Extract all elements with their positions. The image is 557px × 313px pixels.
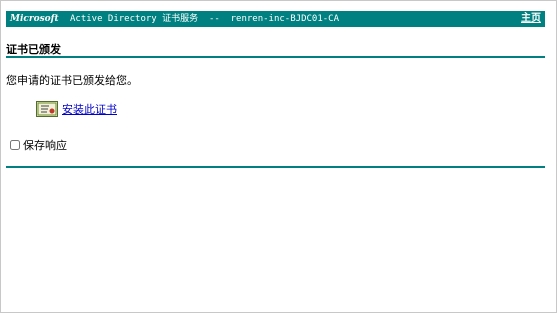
save-response-label: 保存响应: [23, 139, 67, 152]
page-title: 证书已颁发: [6, 43, 61, 56]
status-message: 您申请的证书已颁发给您。: [6, 74, 138, 87]
save-response-option[interactable]: 保存响应: [10, 137, 67, 153]
certificate-icon[interactable]: [36, 101, 58, 117]
save-response-checkbox[interactable]: [10, 140, 20, 150]
install-certificate-link[interactable]: 安装此证书: [62, 101, 117, 117]
header-banner: Microsoft Active Directory 证书服务 -- renre…: [6, 11, 545, 27]
banner-title: Active Directory 证书服务 -- renren-inc-BJDC…: [70, 14, 339, 24]
install-certificate-row[interactable]: 安装此证书: [36, 101, 117, 117]
home-link[interactable]: 主页: [521, 11, 541, 27]
browser-frame: [0, 0, 557, 313]
footer-divider: [6, 166, 545, 168]
microsoft-logo: Microsoft: [10, 14, 59, 24]
title-divider: [6, 56, 545, 58]
